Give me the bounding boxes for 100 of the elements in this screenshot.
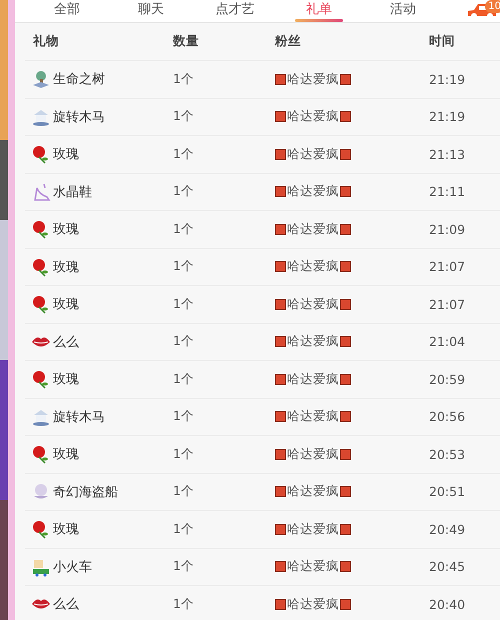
rose-icon — [31, 256, 51, 277]
table-cell-text: 1个 — [173, 183, 195, 200]
fan-badge-icon — [340, 186, 351, 198]
fan-badge-icon — [340, 111, 351, 122]
column-header: 时间 — [429, 33, 456, 50]
fan-badge-icon — [340, 561, 351, 572]
fan-badge-icon — [275, 261, 286, 272]
table-cell-text: 21:07 — [429, 259, 466, 274]
fan-name: 哈达爱疯 — [287, 183, 339, 200]
gift-name: 旋转木马 — [53, 408, 105, 426]
tab[interactable]: 点才艺 — [193, 0, 277, 22]
fan-badge-icon — [340, 261, 351, 272]
gift-name: 么么 — [53, 334, 79, 351]
column-header: 数量 — [173, 33, 200, 50]
table-cell-text: 1个 — [173, 558, 195, 576]
table-cell-text: 1个 — [173, 446, 195, 463]
fan-name: 哈达爱疯 — [287, 520, 339, 538]
fan-badge-icon — [275, 411, 286, 422]
gift-name: 旋转木马 — [53, 108, 105, 126]
fan-name: 哈达爱疯 — [287, 558, 339, 576]
gift-name: 生命之树 — [53, 71, 105, 88]
fan-badge-icon — [275, 336, 286, 348]
table-cell-text: 1个 — [173, 146, 195, 163]
fan-badge-icon — [275, 111, 286, 122]
gift-name: 玫瑰 — [53, 296, 79, 314]
fan-badge-icon — [275, 486, 286, 498]
tab[interactable]: 全部 — [25, 0, 109, 22]
fan-badge-icon — [275, 374, 286, 385]
gift-name: 玫瑰 — [53, 446, 79, 464]
fan-name: 哈达爱疯 — [287, 446, 339, 463]
fan-name: 哈达爱疯 — [287, 258, 339, 276]
table-cell-text: 1个 — [173, 108, 195, 126]
fan-name: 哈达爱疯 — [287, 146, 339, 163]
fan-name: 哈达爱疯 — [287, 333, 339, 350]
table-cell-text: 1个 — [173, 296, 195, 313]
table-cell-text: 1个 — [173, 220, 195, 238]
gift-name: 玫瑰 — [53, 146, 79, 164]
fan-badge-icon — [340, 148, 351, 160]
fan-badge-icon — [275, 561, 286, 572]
table-cell-text: 21:09 — [429, 222, 466, 237]
rose-icon — [31, 369, 51, 390]
table-cell-text: 1个 — [173, 333, 195, 350]
fan-badge-icon — [340, 524, 351, 535]
fan-badge-icon — [340, 486, 351, 498]
table-cell-text: 20:51 — [429, 484, 466, 500]
fan-name: 哈达爱疯 — [287, 596, 339, 613]
column-header: 粉丝 — [275, 33, 302, 50]
rose-icon — [31, 444, 51, 464]
table-cell-text: 21:07 — [429, 296, 466, 312]
fan-badge-icon — [340, 374, 351, 385]
high-heel-icon — [31, 182, 51, 202]
fan-badge-icon — [340, 448, 351, 460]
table-cell-text: 21:04 — [429, 334, 466, 350]
fan-badge-icon — [340, 74, 351, 85]
fan-badge-icon — [275, 298, 286, 310]
fan-name: 哈达爱疯 — [287, 108, 339, 126]
fan-name: 哈达爱疯 — [287, 370, 339, 388]
fan-badge-icon — [275, 224, 286, 235]
table-cell-text: 1个 — [173, 258, 195, 276]
fan-badge-icon — [340, 298, 351, 310]
gift-name: 么么 — [53, 596, 79, 614]
fan-name: 哈达爱疯 — [287, 408, 339, 426]
table-cell-text: 20:49 — [429, 522, 466, 537]
rose-icon — [31, 519, 51, 540]
table-cell-text: 1个 — [173, 370, 195, 388]
gift-name: 玫瑰 — [53, 521, 79, 538]
tab[interactable]: 活动 — [361, 0, 445, 22]
table-cell-text: 20:56 — [429, 409, 466, 424]
count-badge: 10 — [485, 0, 500, 13]
fan-badge-icon — [275, 524, 286, 535]
table-cell-text: 1个 — [173, 483, 195, 500]
rose-icon — [31, 144, 51, 164]
fan-badge-icon — [275, 448, 286, 460]
fan-badge-icon — [275, 74, 286, 85]
table-cell-text: 21:13 — [429, 146, 466, 162]
fan-name: 哈达爱疯 — [287, 220, 339, 238]
table-cell-text: 1个 — [173, 408, 195, 426]
rose-icon — [31, 219, 51, 240]
fan-name: 哈达爱疯 — [287, 296, 339, 313]
table-cell-text: 20:53 — [429, 446, 466, 462]
tab[interactable]: 聊天 — [109, 0, 193, 22]
table-cell-text: 21:19 — [429, 109, 466, 124]
table-cell-text: 1个 — [173, 596, 195, 613]
table-cell-text: 21:19 — [429, 72, 466, 87]
gift-name: 玫瑰 — [53, 258, 79, 276]
table-cell-text: 20:59 — [429, 372, 466, 387]
fan-badge-icon — [275, 186, 286, 198]
table-cell-text: 20:45 — [429, 559, 466, 574]
fan-badge-icon — [340, 336, 351, 348]
fan-badge-icon — [275, 598, 286, 610]
table-cell-text: 20:40 — [429, 596, 466, 612]
rose-icon — [31, 294, 51, 314]
gift-name: 玫瑰 — [53, 371, 79, 388]
table-cell-text: 21:11 — [429, 184, 466, 200]
column-header: 礼物 — [33, 33, 60, 50]
fan-badge-icon — [340, 598, 351, 610]
gift-name: 奇幻海盗船 — [53, 484, 118, 501]
tab[interactable]: 礼单 — [277, 0, 361, 22]
gift-name: 小火车 — [53, 558, 92, 576]
fan-name: 哈达爱疯 — [287, 483, 339, 500]
